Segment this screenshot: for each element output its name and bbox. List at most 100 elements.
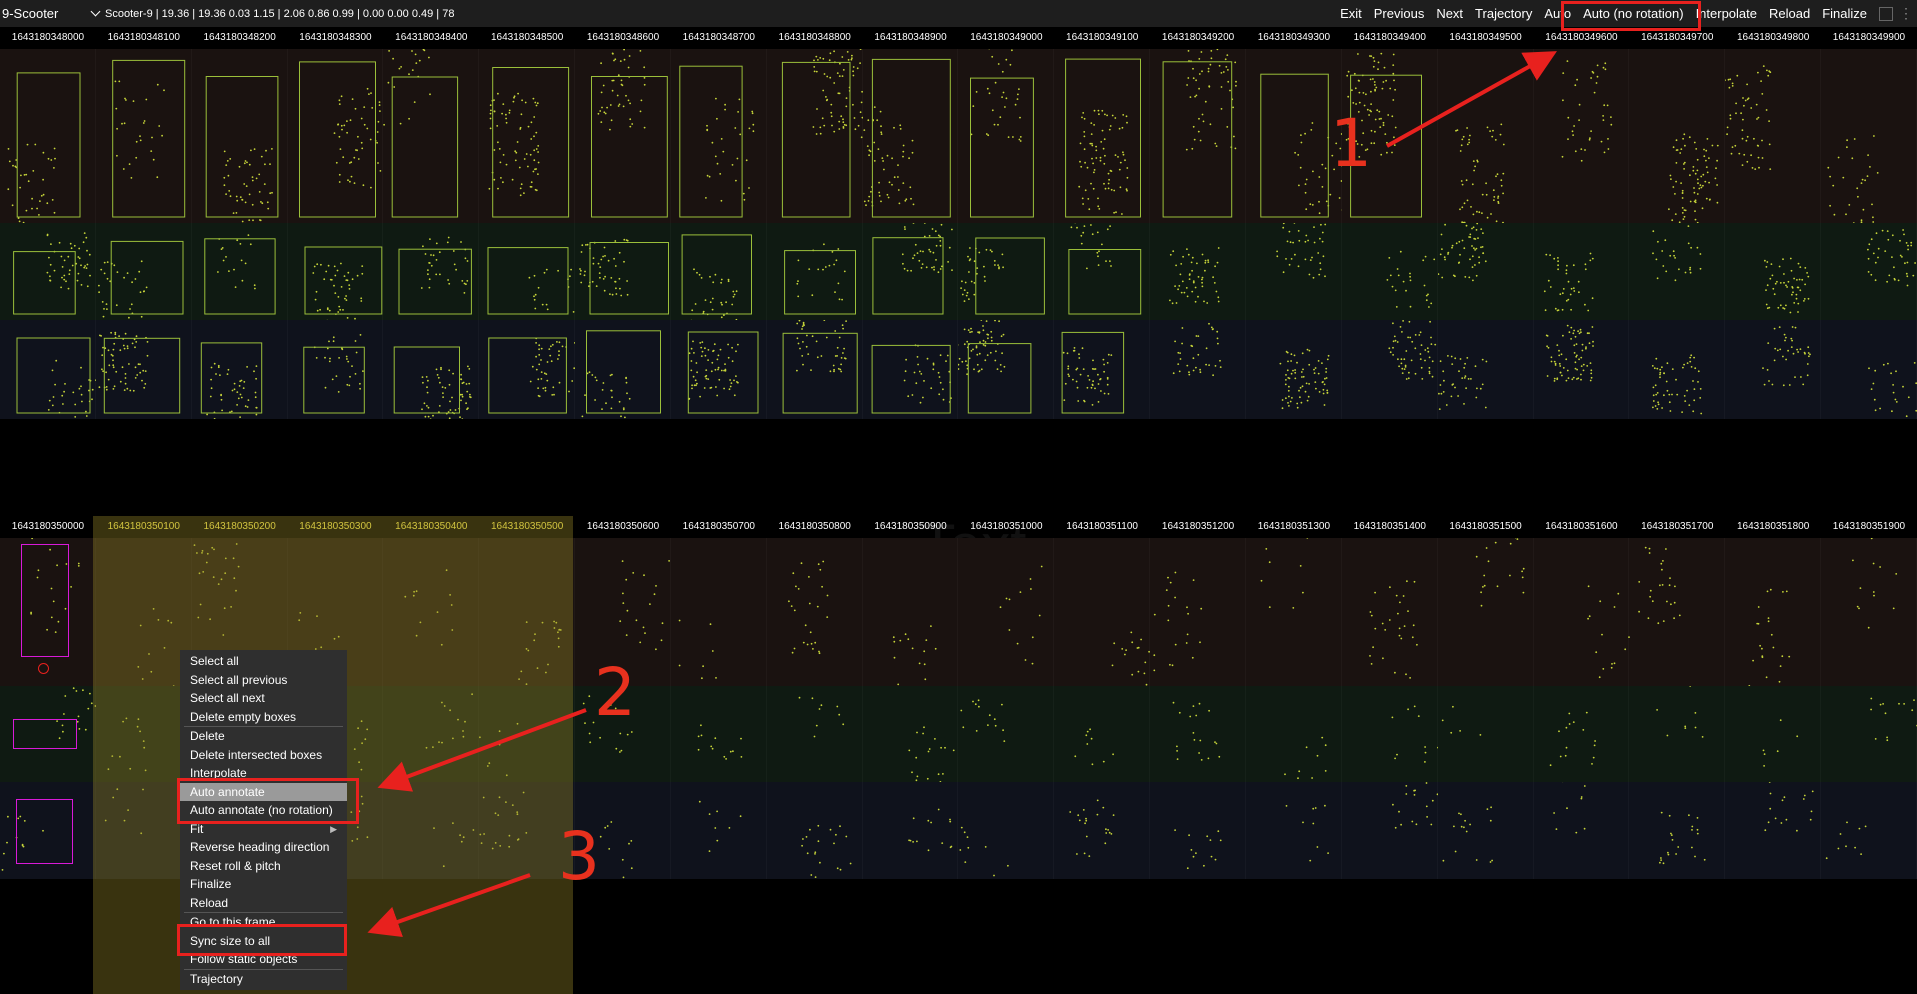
frame-cell[interactable] [575, 49, 671, 223]
menu-item-select-all-next[interactable]: Select all next [180, 689, 347, 708]
frame-cell[interactable] [1821, 49, 1917, 223]
frame-cell[interactable] [1438, 686, 1534, 782]
frame-cell[interactable] [1342, 223, 1438, 320]
frame-cell[interactable] [1054, 782, 1150, 879]
menu-item-reload[interactable]: Reload [180, 894, 347, 913]
frame-timestamp[interactable]: 1643180351200 [1150, 516, 1246, 538]
frame-cell[interactable] [1342, 320, 1438, 419]
menu-item-finalize[interactable]: Finalize [180, 875, 347, 894]
frame-cell[interactable] [1342, 538, 1438, 706]
menu-item-interpolate[interactable]: Interpolate [180, 764, 347, 783]
frame-cell[interactable] [575, 320, 671, 419]
frame-cell[interactable] [863, 686, 959, 782]
frame-timestamp[interactable]: 1643180349200 [1150, 27, 1246, 49]
frame-timestamp[interactable]: 1643180351300 [1246, 516, 1342, 538]
frame-cell[interactable] [958, 782, 1054, 879]
frame-timestamp[interactable]: 1643180348300 [288, 27, 384, 49]
frame-cell[interactable] [1725, 538, 1821, 706]
frame-cell[interactable] [1821, 782, 1917, 879]
frame-timestamp[interactable]: 1643180349100 [1054, 27, 1150, 49]
frame-cell[interactable] [767, 782, 863, 879]
menu-item-reset-roll-pitch[interactable]: Reset roll & pitch [180, 857, 347, 876]
frame-timestamp[interactable]: 1643180351000 [958, 516, 1054, 538]
frame-timestamp[interactable]: 1643180351800 [1725, 516, 1821, 538]
frame-cell[interactable] [1437, 320, 1534, 419]
frame-cell[interactable] [96, 538, 192, 706]
frame-cell[interactable] [863, 782, 959, 879]
selected-box-front[interactable] [16, 799, 73, 864]
frame-cell[interactable] [1054, 320, 1150, 419]
frame-cell[interactable] [96, 782, 192, 879]
frame-cell[interactable] [1150, 49, 1246, 223]
frame-timestamp[interactable]: 1643180348100 [96, 27, 192, 49]
frame-cell[interactable] [1725, 49, 1821, 223]
frame-cell[interactable] [479, 538, 575, 706]
next-button[interactable]: Next [1430, 6, 1469, 21]
frame-timestamp[interactable]: 1643180348000 [0, 27, 96, 49]
frame-cell[interactable] [1629, 49, 1725, 223]
frame-cell[interactable] [1246, 538, 1342, 706]
object-selector[interactable]: Scooter-9 | 19.36 | 19.36 0.03 1.15 | 2.… [90, 6, 454, 20]
frame-cell[interactable] [1054, 223, 1150, 320]
menu-item-follow-static-objects[interactable]: Follow static objects [180, 950, 347, 969]
frame-cell[interactable] [1534, 320, 1630, 419]
frame-cell[interactable] [96, 223, 192, 320]
frame-cell[interactable] [1438, 782, 1534, 879]
frame-cell[interactable] [383, 223, 479, 320]
frame-cell[interactable] [383, 686, 479, 782]
frame-timestamp[interactable]: 1643180351500 [1438, 516, 1534, 538]
frame-timestamp[interactable]: 1643180348700 [671, 27, 767, 49]
auto-button[interactable]: Auto [1538, 6, 1577, 21]
frame-cell[interactable] [1054, 686, 1150, 782]
frame-cell[interactable] [192, 223, 288, 320]
frame-cell[interactable] [1534, 538, 1630, 706]
frame-cell[interactable] [1246, 782, 1342, 879]
frame-cell[interactable] [192, 320, 288, 419]
frame-cell[interactable] [1629, 686, 1725, 782]
selected-box-top[interactable] [21, 544, 69, 657]
frame-cell[interactable] [671, 686, 767, 782]
frame-timestamp[interactable]: 1643180350200 [192, 516, 288, 538]
frame-cell[interactable] [383, 49, 479, 223]
more-vertical-icon[interactable]: ⋮ [1899, 5, 1917, 22]
frame-cell[interactable] [1725, 782, 1821, 879]
frame-timestamp[interactable]: 1643180348500 [479, 27, 575, 49]
frame-cell[interactable] [1246, 320, 1342, 419]
frame-cell[interactable] [1725, 320, 1821, 419]
frame-cell[interactable] [1438, 49, 1534, 223]
frame-cell[interactable] [671, 538, 767, 706]
frame-cell[interactable] [96, 49, 192, 223]
frame-cell[interactable] [1629, 782, 1725, 879]
frame-cell[interactable] [1054, 49, 1150, 223]
frame-timestamp[interactable]: 1643180351600 [1534, 516, 1630, 538]
frame-cell[interactable] [383, 782, 479, 879]
frame-cell[interactable] [863, 538, 959, 706]
reload-button[interactable]: Reload [1763, 6, 1816, 21]
frame-cell[interactable] [767, 538, 863, 706]
frame-cell[interactable] [1534, 49, 1630, 223]
frame-cell[interactable] [1821, 686, 1917, 782]
frame-timestamp[interactable]: 1643180351100 [1054, 516, 1150, 538]
frame-cell[interactable] [671, 49, 767, 223]
trajectory-button[interactable]: Trajectory [1469, 6, 1538, 21]
menu-item-trajectory[interactable]: Trajectory [180, 970, 347, 989]
frame-cell[interactable] [958, 49, 1054, 223]
menu-item-delete-intersected-boxes[interactable]: Delete intersected boxes [180, 746, 347, 765]
frame-timestamp[interactable]: 1643180350600 [575, 516, 671, 538]
frame-cell[interactable] [1821, 320, 1917, 419]
frame-cell[interactable] [1342, 782, 1438, 879]
frame-cell[interactable] [383, 538, 479, 706]
frame-timestamp[interactable]: 1643180349500 [1438, 27, 1534, 49]
selected-box-side[interactable] [13, 719, 77, 749]
frame-cell[interactable] [96, 320, 192, 419]
rotation-handle[interactable] [38, 663, 49, 674]
frame-timestamp[interactable]: 1643180348800 [767, 27, 863, 49]
frame-cell[interactable] [767, 320, 863, 419]
frame-cell[interactable] [1438, 538, 1534, 706]
frame-cell[interactable] [958, 538, 1054, 706]
frame-cell[interactable] [958, 320, 1054, 419]
frame-timestamp[interactable]: 1643180350300 [288, 516, 384, 538]
frame-cell[interactable] [1246, 223, 1342, 320]
frame-cell[interactable] [767, 686, 863, 782]
frame-timestamp[interactable]: 1643180351900 [1821, 516, 1917, 538]
